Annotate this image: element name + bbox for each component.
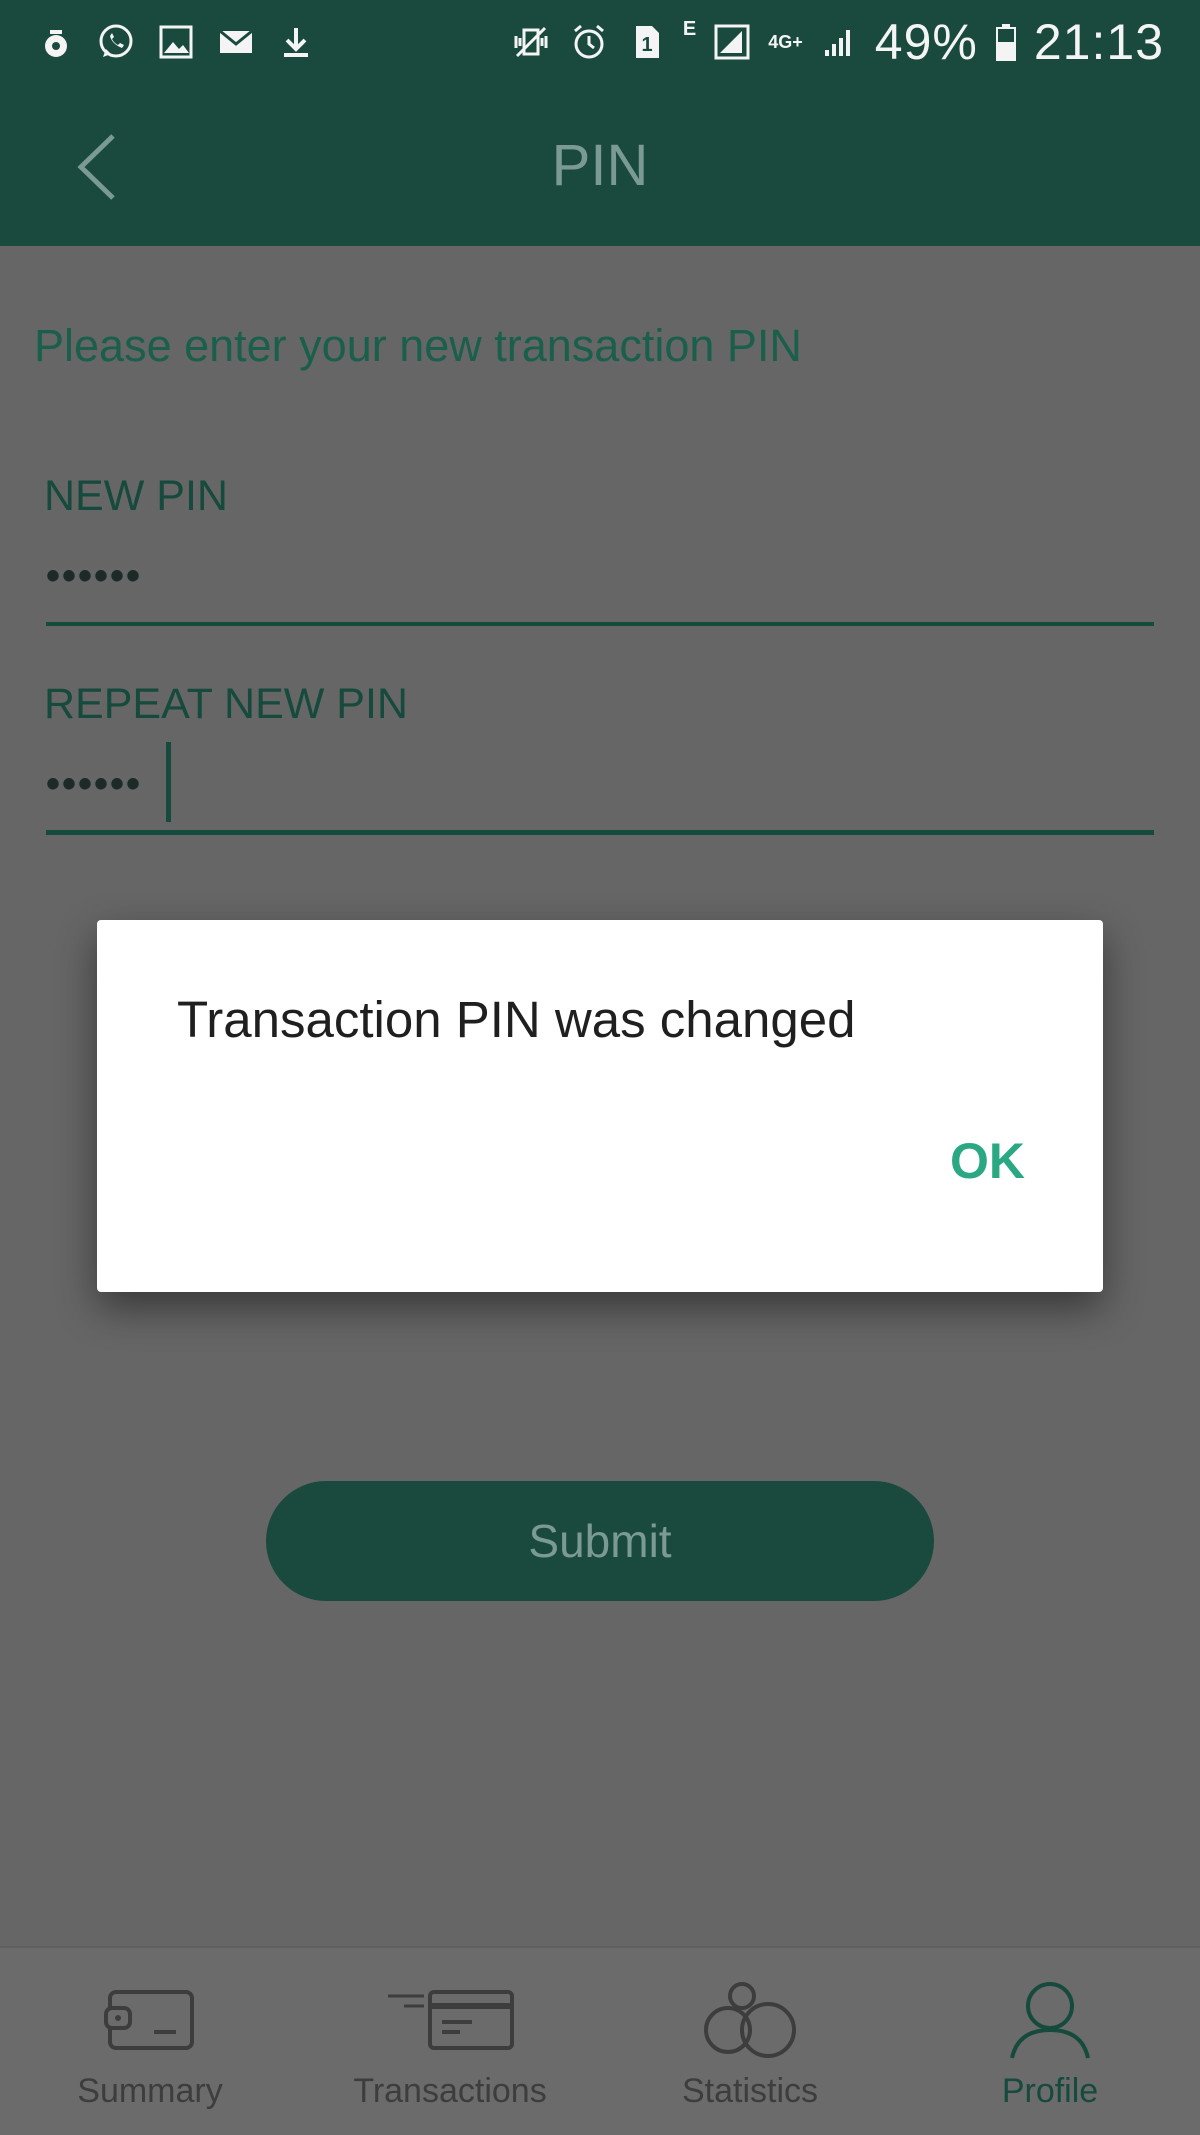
nav-statistics[interactable]: Statistics <box>600 1948 900 2135</box>
clock: 21:13 <box>1033 14 1164 70</box>
bottom-nav: Summary Transactions Statistics Profile <box>0 1946 1200 2135</box>
new-pin-input[interactable]: •••••• <box>46 554 142 599</box>
whatsapp-icon <box>94 20 138 64</box>
dialog-message: Transaction PIN was changed <box>177 991 856 1048</box>
instruction-text: Please enter your new transaction PIN <box>34 320 802 371</box>
download-icon <box>274 20 318 64</box>
vibrate-off-icon <box>509 20 553 64</box>
sim-slot-text: 1 <box>641 34 652 56</box>
nav-profile-label: Profile <box>1001 2072 1099 2110</box>
battery-level: 49% <box>874 14 978 70</box>
alarm-icon <box>567 20 611 64</box>
repeat-pin-label: REPEAT NEW PIN <box>44 680 408 728</box>
sim-icon: 1 <box>625 20 669 64</box>
status-bar: 1 E 4G+ 49% 21:13 <box>0 0 1200 84</box>
bubbles-icon <box>600 1970 900 2070</box>
nav-statistics-label: Statistics <box>681 2072 819 2110</box>
card-icon <box>300 1970 600 2070</box>
submit-label: Submit <box>528 1515 672 1567</box>
app-notification-icon <box>34 20 78 64</box>
text-caret <box>166 742 171 822</box>
mail-icon <box>214 20 258 64</box>
new-pin-label: NEW PIN <box>44 472 228 520</box>
network-type: 4G+ <box>768 31 803 52</box>
submit-button[interactable]: Submit <box>266 1481 934 1601</box>
new-pin-underline <box>46 622 1154 626</box>
ok-button[interactable]: OK <box>942 1124 1033 1198</box>
battery-icon <box>992 20 1020 64</box>
page-title: PIN <box>551 133 649 198</box>
image-icon <box>154 20 198 64</box>
status-system: 1 E 4G+ 49% 21:13 <box>509 12 1164 72</box>
confirmation-dialog: Transaction PIN was changed OK <box>97 920 1103 1292</box>
nav-transactions[interactable]: Transactions <box>300 1948 600 2135</box>
status-notifications <box>34 16 318 68</box>
signal-bars-icon <box>817 20 861 64</box>
signal-icon <box>710 20 754 64</box>
app-bar: PIN <box>0 84 1200 246</box>
nav-transactions-label: Transactions <box>353 2072 547 2110</box>
repeat-pin-underline <box>46 830 1154 835</box>
person-icon <box>900 1970 1200 2070</box>
repeat-pin-input[interactable]: •••••• <box>46 762 142 807</box>
nav-profile[interactable]: Profile <box>900 1948 1200 2135</box>
network-badge: E <box>682 18 697 40</box>
wallet-icon <box>0 1970 300 2070</box>
nav-summary-label: Summary <box>77 2072 223 2110</box>
nav-summary[interactable]: Summary <box>0 1948 300 2135</box>
